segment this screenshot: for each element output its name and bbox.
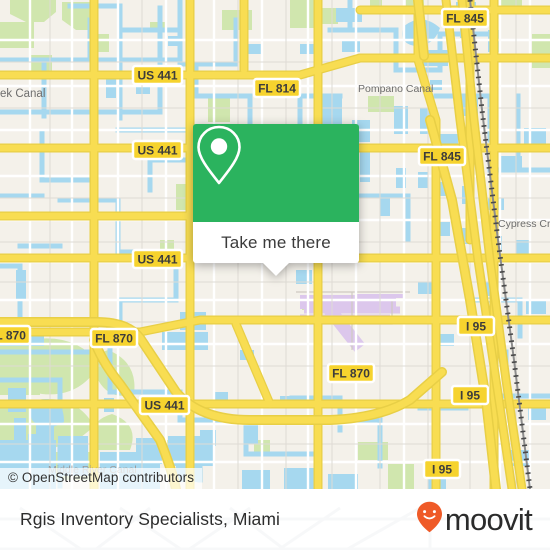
svg-text:ek Canal: ek Canal <box>0 88 45 100</box>
page-title: Rgis Inventory Specialists, Miami <box>20 509 281 529</box>
footer-bar: Rgis Inventory Specialists, Miami moovit <box>0 489 550 550</box>
callout-image-area <box>193 124 359 222</box>
map-canvas[interactable]: ek Canal Pompano Canal Cypress Creek Mid… <box>0 0 550 489</box>
moovit-logo[interactable]: moovit <box>416 501 533 538</box>
svg-text:US 441: US 441 <box>137 144 177 158</box>
callout-tail <box>263 263 289 276</box>
moovit-wordmark: moovit <box>444 502 533 537</box>
svg-text:Cypress Creek: Cypress Creek <box>498 218 550 230</box>
svg-text:I 95: I 95 <box>466 320 486 334</box>
osm-attribution[interactable]: © OpenStreetMap contributors <box>0 468 203 489</box>
svg-text:I 95: I 95 <box>460 389 480 403</box>
svg-text:US 441: US 441 <box>137 69 177 83</box>
svg-text:FL 870: FL 870 <box>0 329 26 343</box>
callout-button-label: Take me there <box>221 232 331 252</box>
moovit-pin-icon <box>416 501 443 538</box>
svg-text:FL 814: FL 814 <box>258 82 296 96</box>
svg-text:FL 870: FL 870 <box>95 332 133 346</box>
svg-text:I 95: I 95 <box>432 463 452 477</box>
svg-text:US 441: US 441 <box>144 399 184 413</box>
svg-text:US 441: US 441 <box>137 253 177 267</box>
svg-text:Pompano Canal: Pompano Canal <box>358 83 433 95</box>
svg-text:FL 845: FL 845 <box>446 12 484 26</box>
location-callout[interactable]: Take me there <box>193 124 359 276</box>
moovit-map-screenshot: ek Canal Pompano Canal Cypress Creek Mid… <box>0 0 550 550</box>
take-me-there-button[interactable]: Take me there <box>193 222 359 276</box>
svg-text:FL 845: FL 845 <box>423 150 461 164</box>
svg-text:FL 870: FL 870 <box>332 367 370 381</box>
